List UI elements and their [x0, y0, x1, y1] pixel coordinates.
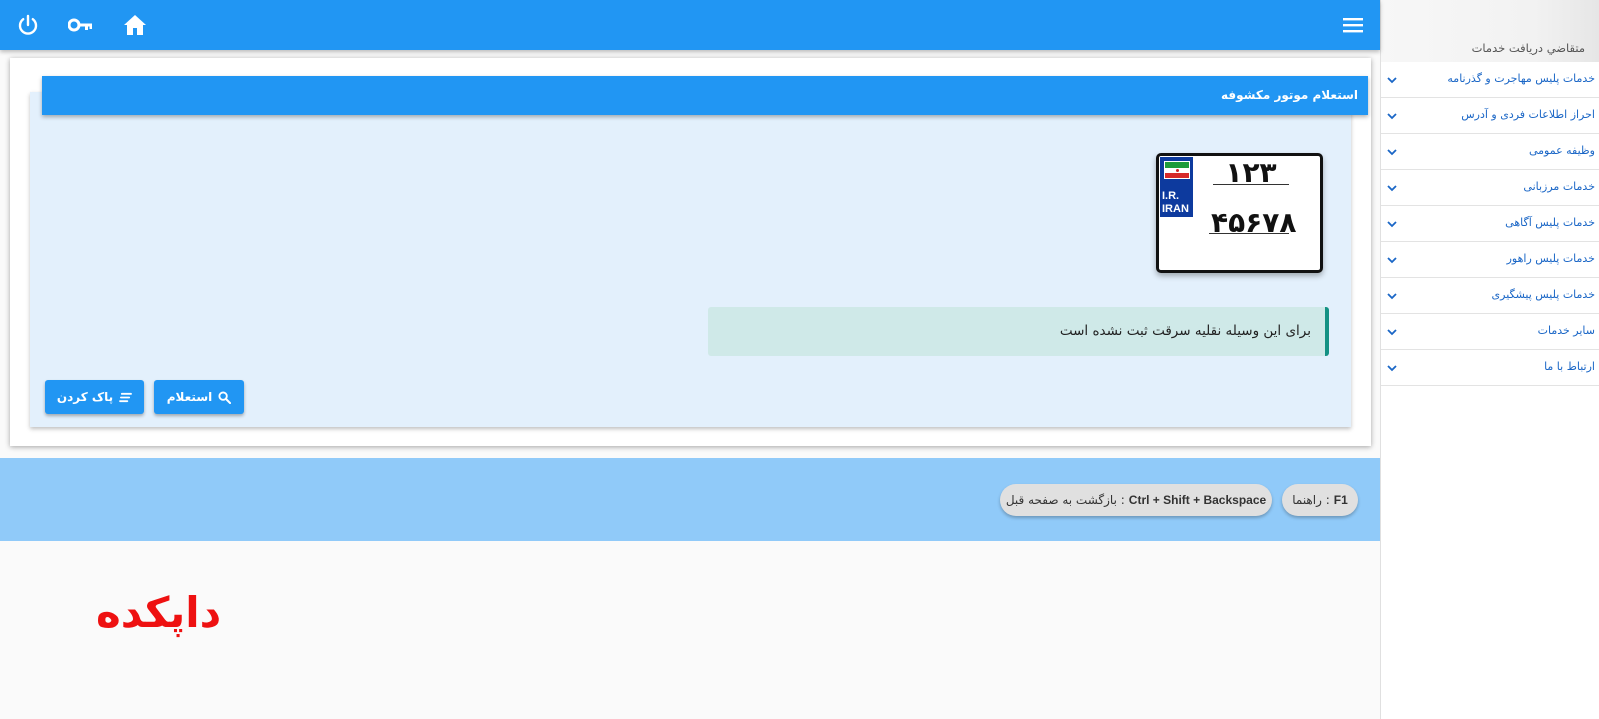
sidebar-item-label: خدمات مرزبانی: [1523, 180, 1595, 193]
welcome-text: متقاضي دريافت خدمات: [1471, 41, 1585, 55]
shortcuts-band: F1 : راهنما Ctrl + Shift + Backspace : ب…: [0, 458, 1380, 541]
power-icon[interactable]: [14, 11, 42, 39]
sidebar-item-label: وظیفه عمومی: [1528, 144, 1595, 157]
key-icon[interactable]: [67, 11, 95, 39]
result-alert: برای این وسیله نقلیه سرقت ثبت نشده است: [708, 307, 1329, 356]
sidebar-item-military-service[interactable]: وظیفه عمومی: [1381, 134, 1599, 170]
sidebar-item-contact[interactable]: ارتباط با ما: [1381, 350, 1599, 386]
sidebar-item-border[interactable]: خدمات مرزبانی: [1381, 170, 1599, 206]
alert-text: برای این وسیله نقلیه سرقت ثبت نشده است: [1059, 323, 1311, 339]
clear-button-label: پاک کردن: [56, 390, 114, 404]
sidebar-item-label: احراز اطلاعات فردی و آدرس: [1461, 108, 1595, 121]
sidebar-item-label: سایر خدمات: [1537, 324, 1595, 337]
sidebar-item-identity[interactable]: احراز اطلاعات فردی و آدرس: [1381, 98, 1599, 134]
chevron-down-icon: [1387, 149, 1397, 156]
help-key: F1: [1333, 493, 1348, 507]
search-icon: [218, 390, 232, 404]
sidebar-item-label: خدمات پلیس مهاجرت و گذرنامه: [1447, 72, 1595, 85]
chevron-down-icon: [1387, 185, 1397, 192]
sidebar-item-traffic[interactable]: خدمات پلیس راهور: [1381, 242, 1599, 278]
help-shortcut-chip[interactable]: F1 : راهنما: [1282, 484, 1358, 516]
back-key: Ctrl + Shift + Backspace: [1128, 493, 1267, 507]
plate-country-line2: IRAN: [1162, 203, 1189, 215]
chevron-down-icon: [1387, 293, 1397, 300]
sidebar-item-immigration[interactable]: خدمات پلیس مهاجرت و گذرنامه: [1381, 62, 1599, 98]
chevron-down-icon: [1387, 77, 1397, 84]
license-plate: I.R. IRAN ۱۲۳ ۴۵۶۷۸: [1156, 153, 1323, 273]
plate-divider-bottom: [1209, 233, 1289, 234]
chevron-down-icon: [1387, 329, 1397, 336]
panel-header: استعلام موتور مکشوفه: [42, 76, 1368, 115]
back-text: : بازگشت به صفحه قبل: [1005, 493, 1125, 507]
top-app-bar: [0, 0, 1380, 50]
sidebar-item-label: خدمات پلیس پیشگیری: [1491, 288, 1595, 301]
chevron-down-icon: [1387, 113, 1397, 120]
menu-icon[interactable]: [1339, 11, 1367, 39]
sidebar-profile: متقاضي دريافت خدمات: [1381, 0, 1599, 62]
clear-button[interactable]: پاک کردن: [45, 380, 144, 414]
inquiry-panel: [30, 92, 1351, 427]
chevron-down-icon: [1387, 365, 1397, 372]
back-shortcut-chip[interactable]: Ctrl + Shift + Backspace : بازگشت به صفح…: [1000, 484, 1272, 516]
help-text: : راهنما: [1292, 493, 1330, 507]
plate-country-strip: I.R. IRAN: [1160, 157, 1193, 217]
inquiry-button[interactable]: استعلام: [154, 380, 244, 414]
sidebar-item-other[interactable]: سایر خدمات: [1381, 314, 1599, 350]
iran-flag-icon: [1164, 161, 1190, 179]
chevron-down-icon: [1387, 257, 1397, 264]
sidebar: متقاضي دريافت خدمات خدمات پلیس مهاجرت و …: [1380, 0, 1599, 719]
panel-title: استعلام موتور مکشوفه: [1220, 88, 1358, 102]
sidebar-item-detective[interactable]: خدمات پلیس آگاهی: [1381, 206, 1599, 242]
sidebar-item-label: خدمات پلیس آگاهی: [1505, 216, 1595, 229]
watermark-logo: داپکده: [96, 588, 222, 637]
home-icon[interactable]: [121, 11, 149, 39]
sidebar-item-prevention[interactable]: خدمات پلیس پیشگیری: [1381, 278, 1599, 314]
inquiry-button-label: استعلام: [166, 390, 213, 404]
chevron-down-icon: [1387, 221, 1397, 228]
plate-divider-top: [1213, 184, 1289, 185]
plate-bottom-number: ۴۵۶۷۸: [1211, 206, 1297, 239]
sidebar-item-label: ارتباط با ما: [1544, 360, 1595, 373]
plate-country-text: I.R. IRAN: [1162, 190, 1194, 216]
clear-icon: [119, 392, 133, 402]
sidebar-item-label: خدمات پلیس راهور: [1506, 252, 1595, 265]
plate-country-line1: I.R.: [1162, 190, 1180, 202]
